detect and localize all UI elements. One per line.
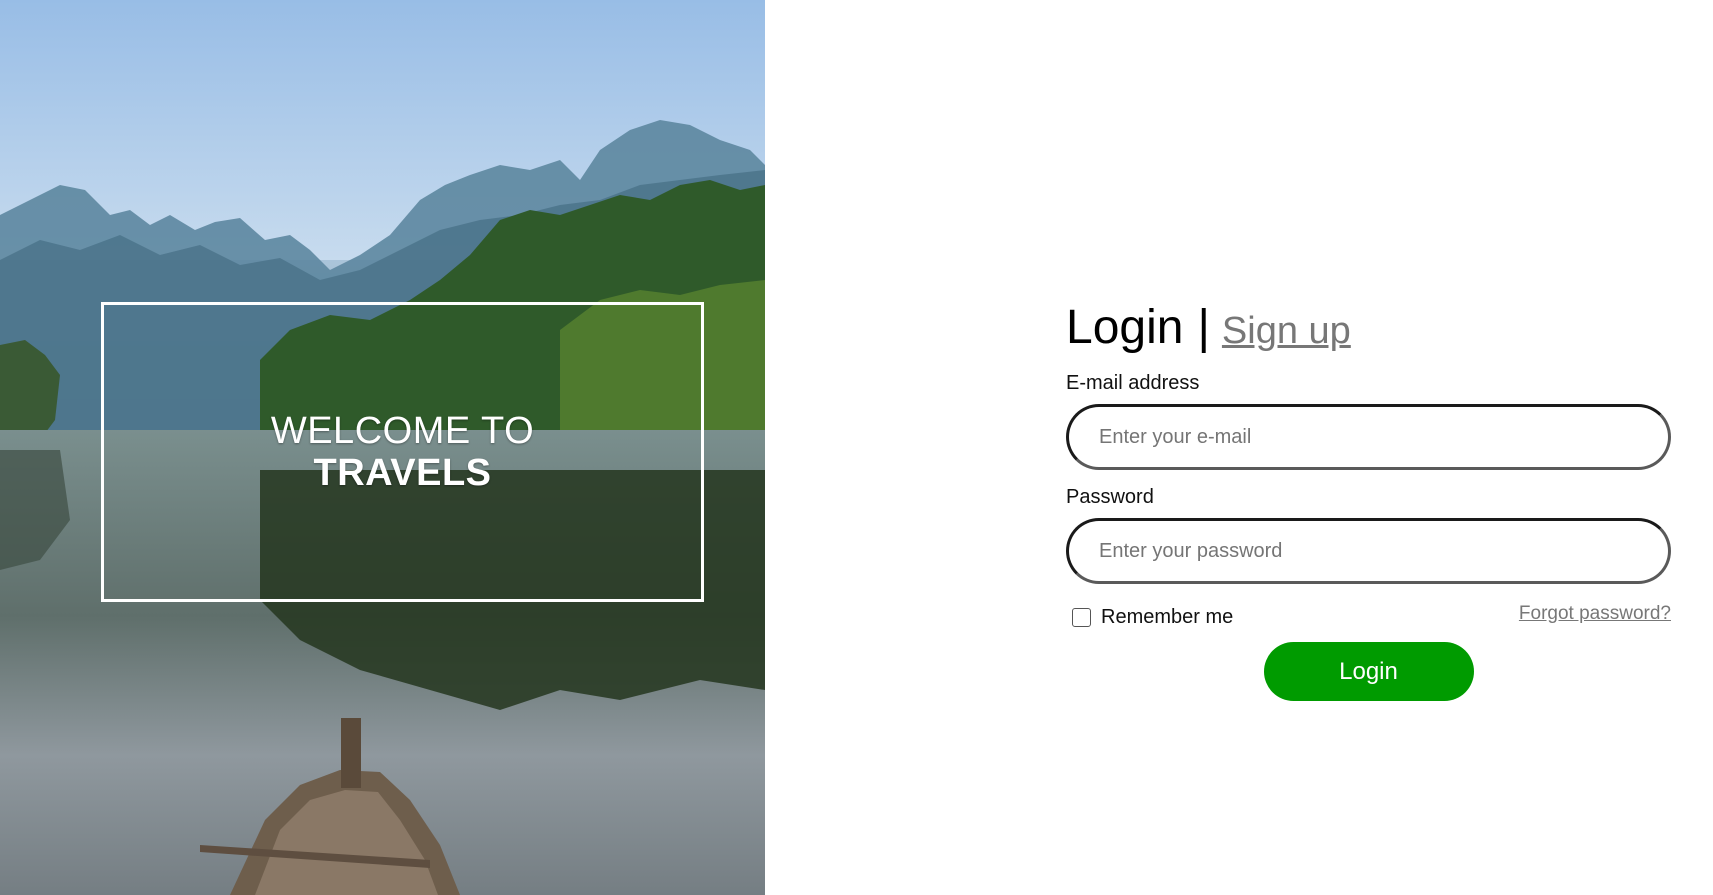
remember-me-label: Remember me [1101,605,1234,628]
remember-me[interactable]: Remember me [1066,606,1233,629]
email-label: E-mail address [1066,372,1200,394]
heading-separator: | [1197,301,1210,354]
hero-image-panel: WELCOME TO TRAVELS [0,0,765,895]
email-input[interactable] [1099,425,1668,449]
password-input[interactable] [1099,539,1668,563]
form-heading: Login | Sign up [1066,300,1671,358]
password-field-wrapper [1066,518,1671,584]
login-form: Login | Sign up E-mail address Password … [1066,300,1671,701]
welcome-frame: WELCOME TO TRAVELS [101,302,704,602]
login-tab-title: Login [1066,301,1184,354]
login-button[interactable]: Login [1263,642,1474,701]
signup-link[interactable]: Sign up [1222,310,1351,353]
forgot-password-link[interactable]: Forgot password? [1519,603,1671,625]
form-options-row: Remember me Forgot password? [1066,602,1671,632]
email-field-wrapper [1066,404,1671,470]
remember-me-checkbox[interactable] [1072,607,1091,627]
welcome-title-line1: WELCOME TO [270,410,535,452]
welcome-title-line2: TRAVELS [313,452,492,494]
password-label: Password [1066,486,1154,508]
